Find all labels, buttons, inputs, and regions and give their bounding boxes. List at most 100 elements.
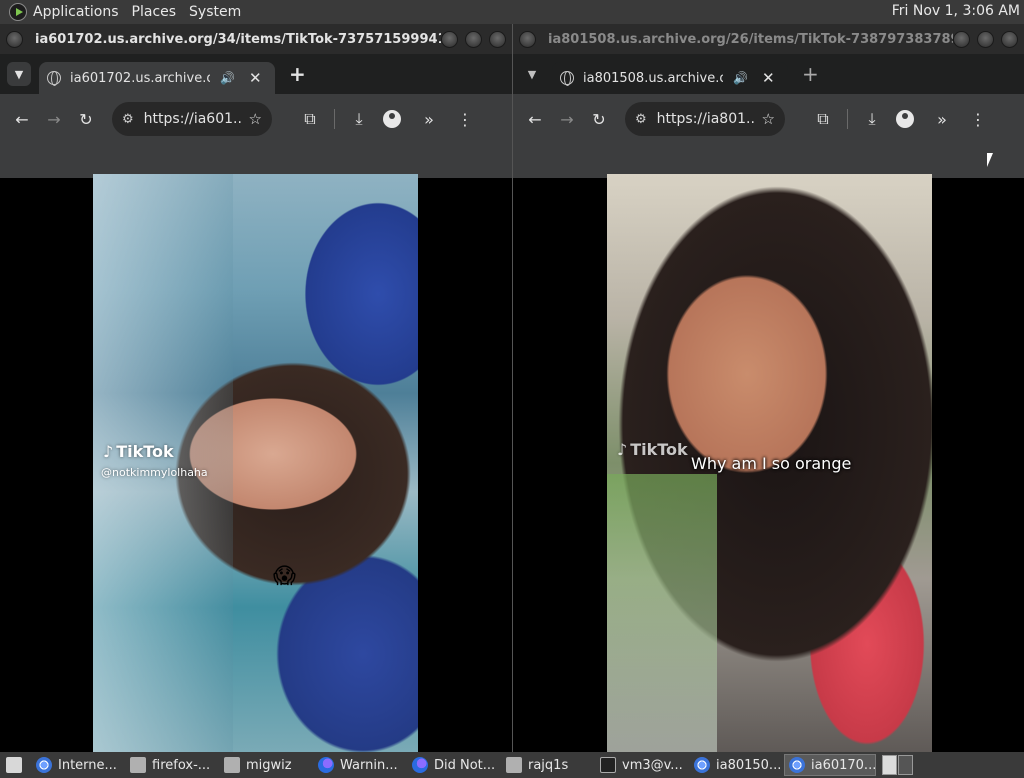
taskbar-item[interactable]: Interne... <box>32 754 124 776</box>
taskbar-item[interactable]: migwiz <box>220 754 312 776</box>
workspace-switcher <box>882 755 913 775</box>
tiktok-logo: TikTok <box>103 442 173 461</box>
minimize-button[interactable] <box>953 30 970 48</box>
tiktok-handle: @notkimmylolhaha <box>101 466 208 479</box>
window-menu-button[interactable] <box>6 30 23 48</box>
download-icon[interactable]: ⤓ <box>862 109 882 129</box>
overflow-chevrons-icon[interactable]: » <box>932 110 952 129</box>
taskbar-item[interactable]: vm3@v... <box>596 754 688 776</box>
address-bar[interactable]: ⚙ https://ia601... ☆ <box>112 102 272 136</box>
profile-avatar-icon[interactable] <box>383 110 401 128</box>
video-player[interactable]: TikTok Why am I so orange <box>607 174 932 752</box>
back-arrow-icon[interactable]: ← <box>12 110 32 129</box>
taskbar-item[interactable]: ia80150... <box>690 754 782 776</box>
tab-title: ia601702.us.archive.org/3 <box>70 70 210 86</box>
address-bar[interactable]: ⚙ https://ia801... ☆ <box>625 102 785 136</box>
globe-icon <box>47 71 61 86</box>
panel-clock[interactable]: Fri Nov 1, 3:06 AM <box>892 3 1020 19</box>
tab-search-chevron-down-icon[interactable]: ▼ <box>520 62 544 86</box>
menu-places[interactable]: Places <box>132 4 187 20</box>
firefox-icon <box>318 757 334 773</box>
bookmark-star-icon[interactable]: ☆ <box>249 110 262 128</box>
video-caption: Why am I so orange <box>691 454 852 473</box>
taskbar-item-label: Warnin... <box>340 757 398 773</box>
close-window-button[interactable] <box>489 30 506 48</box>
forward-arrow-icon[interactable]: → <box>557 110 577 129</box>
maximize-button[interactable] <box>465 30 482 48</box>
taskbar-item[interactable]: Warnin... <box>314 754 406 776</box>
window-title: ia801508.us.archive.org/26/items/TikTok-… <box>548 31 953 47</box>
site-settings-icon[interactable]: ⚙ <box>122 112 134 127</box>
profile-avatar-icon[interactable] <box>896 110 914 128</box>
kebab-menu-icon[interactable]: ⋮ <box>455 110 475 129</box>
toolbar-extension-area <box>0 144 512 178</box>
tiktok-logo: TikTok <box>617 440 687 459</box>
extensions-puzzle-icon[interactable]: ⧉ <box>813 109 833 129</box>
reload-icon[interactable]: ↻ <box>76 110 96 129</box>
taskbar-item-label: ia60170... <box>811 757 876 773</box>
taskbar-item[interactable]: rajq1s <box>502 754 594 776</box>
tab-close-icon[interactable]: ✕ <box>762 69 775 87</box>
toolbar-separator <box>847 109 848 129</box>
reload-icon[interactable]: ↻ <box>589 110 609 129</box>
taskbar-item-label: rajq1s <box>528 757 569 773</box>
window-menu-button[interactable] <box>519 30 536 48</box>
taskbar-item[interactable]: firefox-... <box>126 754 218 776</box>
scream-emoji: 😱 <box>273 564 296 589</box>
url-text[interactable]: https://ia601... <box>144 111 243 127</box>
window-title: ia601702.us.archive.org/34/items/TikTok-… <box>35 31 441 47</box>
workspace-2[interactable] <box>898 755 913 775</box>
overflow-chevrons-icon[interactable]: » <box>419 110 439 129</box>
browser-toolbar: ← → ↻ ⚙ https://ia601... ☆ ⧉ ⤓ » ⋮ <box>0 94 512 144</box>
window-titlebar[interactable]: ia601702.us.archive.org/34/items/TikTok-… <box>0 24 512 54</box>
maximize-button[interactable] <box>977 30 994 48</box>
taskbar-item-label: ia80150... <box>716 757 782 773</box>
distro-logo-icon[interactable] <box>9 3 27 21</box>
tab-active[interactable]: ia601702.us.archive.org/3 🔊 ✕ <box>39 62 275 94</box>
taskbar-item[interactable]: Did Not... <box>408 754 500 776</box>
window-titlebar[interactable]: ia801508.us.archive.org/26/items/TikTok-… <box>513 24 1024 54</box>
new-tab-plus-icon[interactable]: + <box>289 62 306 86</box>
back-arrow-icon[interactable]: ← <box>525 110 545 129</box>
tab-close-icon[interactable]: ✕ <box>249 69 262 87</box>
chrome-icon <box>694 757 710 773</box>
toolbar-extension-area <box>513 144 1024 178</box>
chrome-icon <box>789 757 805 773</box>
tab-strip: ▼ ia801508.us.archive.org/ 🔊 ✕ + <box>513 54 1024 94</box>
minimize-button[interactable] <box>441 30 458 48</box>
extensions-puzzle-icon[interactable]: ⧉ <box>300 109 320 129</box>
taskbar-item-active[interactable]: ia60170... <box>784 754 876 776</box>
speaker-icon[interactable]: 🔊 <box>220 71 235 85</box>
speaker-icon[interactable]: 🔊 <box>733 71 748 85</box>
top-panel: Applications Places System Fri Nov 1, 3:… <box>0 0 1024 24</box>
file-icon <box>130 757 146 773</box>
taskbar-item-label: Did Not... <box>434 757 496 773</box>
show-desktop-button[interactable] <box>0 754 30 776</box>
chrome-icon <box>36 757 52 773</box>
new-tab-plus-icon[interactable]: + <box>802 62 819 86</box>
taskbar-item-label: Interne... <box>58 757 117 773</box>
mouse-pointer-icon <box>987 153 993 167</box>
close-window-button[interactable] <box>1001 30 1018 48</box>
kebab-menu-icon[interactable]: ⋮ <box>968 110 988 129</box>
download-icon[interactable]: ⤓ <box>349 109 369 129</box>
tab-title: ia801508.us.archive.org/ <box>583 70 723 86</box>
toolbar-separator <box>334 109 335 129</box>
workspace-1[interactable] <box>882 755 897 775</box>
browser-window-right: ia801508.us.archive.org/26/items/TikTok-… <box>512 24 1024 752</box>
bookmark-star-icon[interactable]: ☆ <box>762 110 775 128</box>
site-settings-icon[interactable]: ⚙ <box>635 112 647 127</box>
bottom-taskbar: Interne... firefox-... migwiz Warnin... … <box>0 752 1024 778</box>
tab-active[interactable]: ia801508.us.archive.org/ 🔊 ✕ <box>552 62 788 94</box>
tab-strip: ▼ ia601702.us.archive.org/3 🔊 ✕ + <box>0 54 512 94</box>
file-icon <box>506 757 522 773</box>
firefox-icon <box>412 757 428 773</box>
forward-arrow-icon[interactable]: → <box>44 110 64 129</box>
video-player[interactable]: TikTok @notkimmylolhaha 😱 <box>93 174 418 752</box>
url-text[interactable]: https://ia801... <box>657 111 756 127</box>
menu-applications[interactable]: Applications <box>33 4 129 20</box>
taskbar-item-label: migwiz <box>246 757 292 773</box>
video-background-car-window <box>607 474 717 752</box>
menu-system[interactable]: System <box>189 4 251 20</box>
tab-search-chevron-down-icon[interactable]: ▼ <box>7 62 31 86</box>
